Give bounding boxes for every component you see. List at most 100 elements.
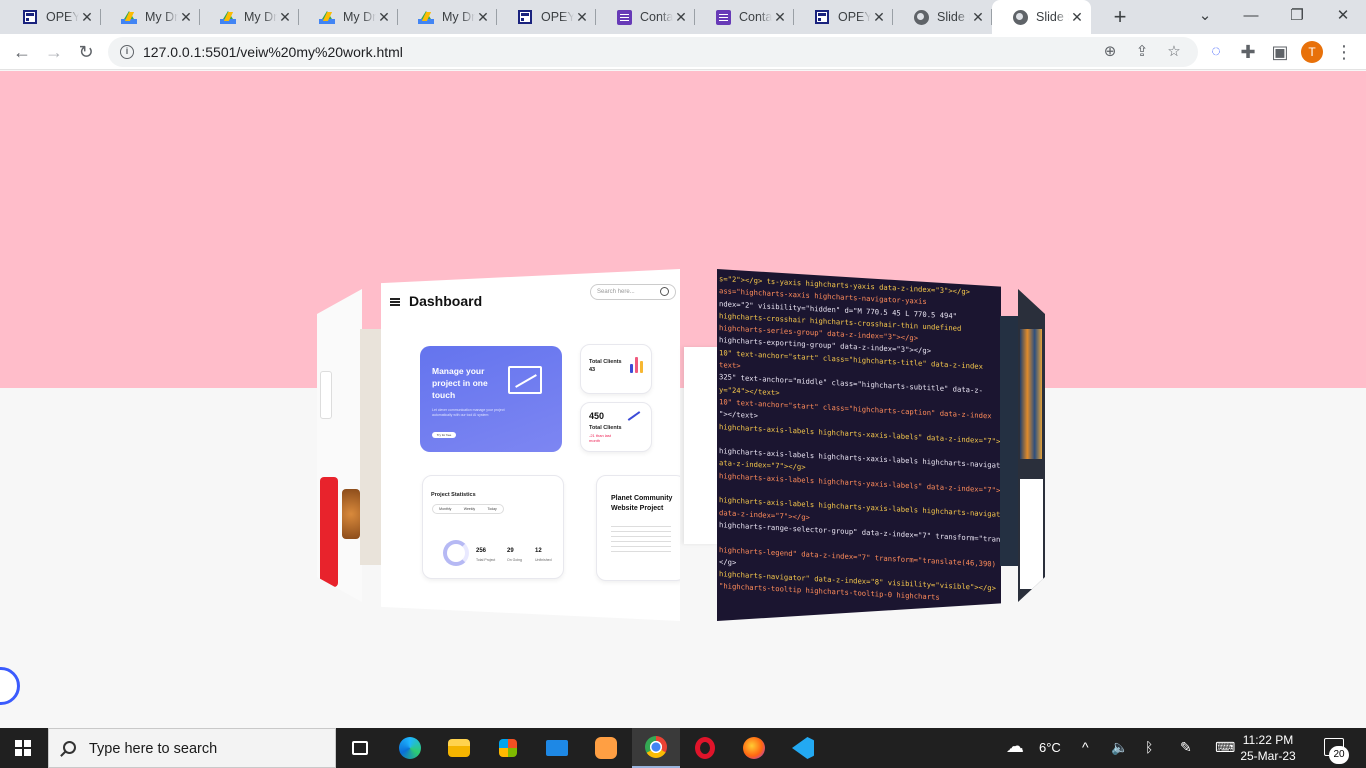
microsoft-store-icon[interactable]	[484, 728, 532, 768]
site-info-icon[interactable]: i	[120, 45, 134, 59]
windows-taskbar: Type here to search ☁ 6°C ^ 🔈 ᛒ ✎ ⌨ 11:2…	[0, 728, 1366, 768]
hero-title: Manage your project in one touch	[432, 366, 488, 400]
opera-icon[interactable]	[681, 728, 729, 768]
browser-menu-icon[interactable]: ⋮	[1330, 38, 1358, 66]
edge-icon[interactable]	[386, 728, 434, 768]
new-tab-button[interactable]: +	[1108, 5, 1132, 29]
stats-tab-weekly: Weekly	[463, 507, 476, 511]
firefox-icon[interactable]	[730, 728, 778, 768]
carousel-slide-code[interactable]: s="2"></g> ts-yaxis highcharts-yaxis dat…	[717, 269, 1001, 621]
volume-icon[interactable]: 🔈	[1111, 739, 1128, 756]
tab-label: OPEYE	[838, 10, 871, 24]
minimize-button[interactable]: —	[1228, 0, 1274, 34]
clients-count-title: Total Clients	[589, 425, 622, 431]
weather-temperature[interactable]: 6°C	[1039, 740, 1061, 755]
address-bar[interactable]: i 127.0.0.1:5501/veiw%20my%20work.html ⊕…	[108, 37, 1198, 67]
keyboard-icon[interactable]: ⌨	[1215, 739, 1235, 756]
tab-close-icon[interactable]: ✕	[970, 9, 986, 26]
chrome-icon[interactable]	[632, 728, 680, 768]
system-clock[interactable]: 11:22 PM 25-Mar-23	[1236, 732, 1300, 764]
floating-circle-button[interactable]	[0, 667, 20, 705]
show-hidden-icons-icon[interactable]: ^	[1082, 739, 1089, 755]
carousel-slide-far-right[interactable]	[1018, 289, 1045, 602]
windows-start-icon[interactable]	[15, 740, 31, 756]
back-button[interactable]: ←	[8, 38, 36, 66]
close-window-button[interactable]: ✕	[1320, 0, 1366, 34]
carousel-slide-center-back[interactable]	[684, 347, 718, 544]
browser-tab[interactable]: My Dri ✕	[398, 0, 497, 34]
tab-label: My Dri	[244, 10, 277, 24]
bar-chart-icon	[630, 355, 643, 373]
clock-time: 11:22 PM	[1242, 733, 1294, 747]
pen-icon[interactable]: ✎	[1180, 739, 1192, 756]
tab-close-icon[interactable]: ✕	[178, 9, 194, 26]
browser-tab[interactable]: Slide S✕	[893, 0, 992, 34]
taskbar-search-placeholder: Type here to search	[89, 741, 218, 757]
stat-total-value: 256	[476, 548, 487, 554]
tab-close-icon[interactable]: ✕	[1069, 9, 1085, 26]
list-icon	[616, 9, 632, 25]
browser-tab[interactable]: OPEYE✕	[2, 0, 101, 34]
dashboard-hero-card: Manage your project in one touch Let cle…	[420, 346, 562, 452]
taskbar-search-box[interactable]: Type here to search	[48, 728, 336, 768]
tab-close-icon[interactable]: ✕	[376, 9, 392, 26]
restore-button[interactable]: ❐	[1274, 0, 1320, 34]
browser-tab[interactable]: OPEYE✕	[497, 0, 596, 34]
browser-tab[interactable]: My Dri ✕	[200, 0, 299, 34]
browser-tab[interactable]: Slide S✕	[992, 0, 1091, 34]
clients-count-sub: -21 than last month	[589, 433, 612, 443]
mail-icon[interactable]	[533, 728, 581, 768]
slide-thumbnail-food	[342, 489, 360, 539]
tab-close-icon[interactable]: ✕	[871, 9, 887, 26]
tab-close-icon[interactable]: ✕	[772, 9, 788, 26]
vscode-icon[interactable]	[779, 728, 827, 768]
carousel-slide-far-left[interactable]	[317, 289, 362, 602]
weather-cloud-icon[interactable]: ☁	[1006, 736, 1024, 757]
carousel-slide-right-back[interactable]	[1000, 316, 1020, 566]
tab-close-icon[interactable]: ✕	[574, 9, 590, 26]
reload-button[interactable]: ↻	[72, 38, 100, 66]
tab-label: My Dri	[442, 10, 475, 24]
pink-background-band	[0, 71, 1366, 388]
total-clients-card: Total Clients 43	[580, 344, 652, 394]
statistics-tabs: Monthly Weekly Today	[432, 504, 504, 514]
tab-label: OPEYE	[541, 10, 574, 24]
side-panel-icon[interactable]: ▣	[1266, 38, 1294, 66]
profile-avatar[interactable]: T	[1301, 41, 1323, 63]
url-text[interactable]: 127.0.0.1:5501/veiw%20my%20work.html	[143, 44, 403, 60]
tab-label: My Dri	[145, 10, 178, 24]
browser-tab[interactable]: Contac✕	[695, 0, 794, 34]
browser-tab[interactable]: My Dri ✕	[299, 0, 398, 34]
browser-tab[interactable]: My Dri ✕	[101, 0, 200, 34]
browser-tab[interactable]: Contac✕	[596, 0, 695, 34]
tab-search-dropdown-icon[interactable]: ⌄	[1182, 0, 1228, 34]
bookmark-star-icon[interactable]: ☆	[1162, 40, 1186, 64]
tab-label: Contac	[640, 10, 673, 24]
planet-community-body	[611, 526, 671, 552]
presentation-chart-icon	[508, 366, 542, 394]
share-icon[interactable]: ⇪	[1130, 40, 1154, 64]
forms-icon	[517, 9, 533, 25]
tab-strip: OPEYE✕My Dri✕My Dri✕My Dri✕My Dri✕OPEYE✕…	[0, 0, 1366, 34]
tab-close-icon[interactable]: ✕	[673, 9, 689, 26]
browser-toolbar: ← → ↻ i 127.0.0.1:5501/veiw%20my%20work.…	[0, 34, 1366, 70]
forward-button[interactable]: →	[40, 38, 68, 66]
stat-ongoing-label: On Going	[507, 558, 522, 562]
browser-tab[interactable]: OPEYE✕	[794, 0, 893, 34]
tab-close-icon[interactable]: ✕	[475, 9, 491, 26]
tab-close-icon[interactable]: ✕	[277, 9, 293, 26]
tab-label: Contac	[739, 10, 772, 24]
zoom-icon[interactable]: ⊕	[1098, 40, 1122, 64]
dashboard-title: Dashboard	[409, 293, 483, 309]
uc-browser-icon[interactable]	[582, 728, 630, 768]
tab-close-icon[interactable]: ✕	[79, 9, 95, 26]
extensions-puzzle-icon[interactable]: ✚	[1234, 38, 1262, 66]
extension-circle-icon[interactable]: ◌	[1202, 38, 1230, 66]
drive-icon	[319, 9, 335, 25]
file-explorer-icon[interactable]	[435, 728, 483, 768]
task-view-icon[interactable]	[336, 728, 384, 768]
carousel-slide-dashboard[interactable]: Dashboard Search here... Manage your pro…	[381, 269, 680, 621]
bluetooth-icon[interactable]: ᛒ	[1145, 739, 1153, 755]
search-icon	[63, 741, 76, 754]
tab-label: OPEYE	[46, 10, 79, 24]
